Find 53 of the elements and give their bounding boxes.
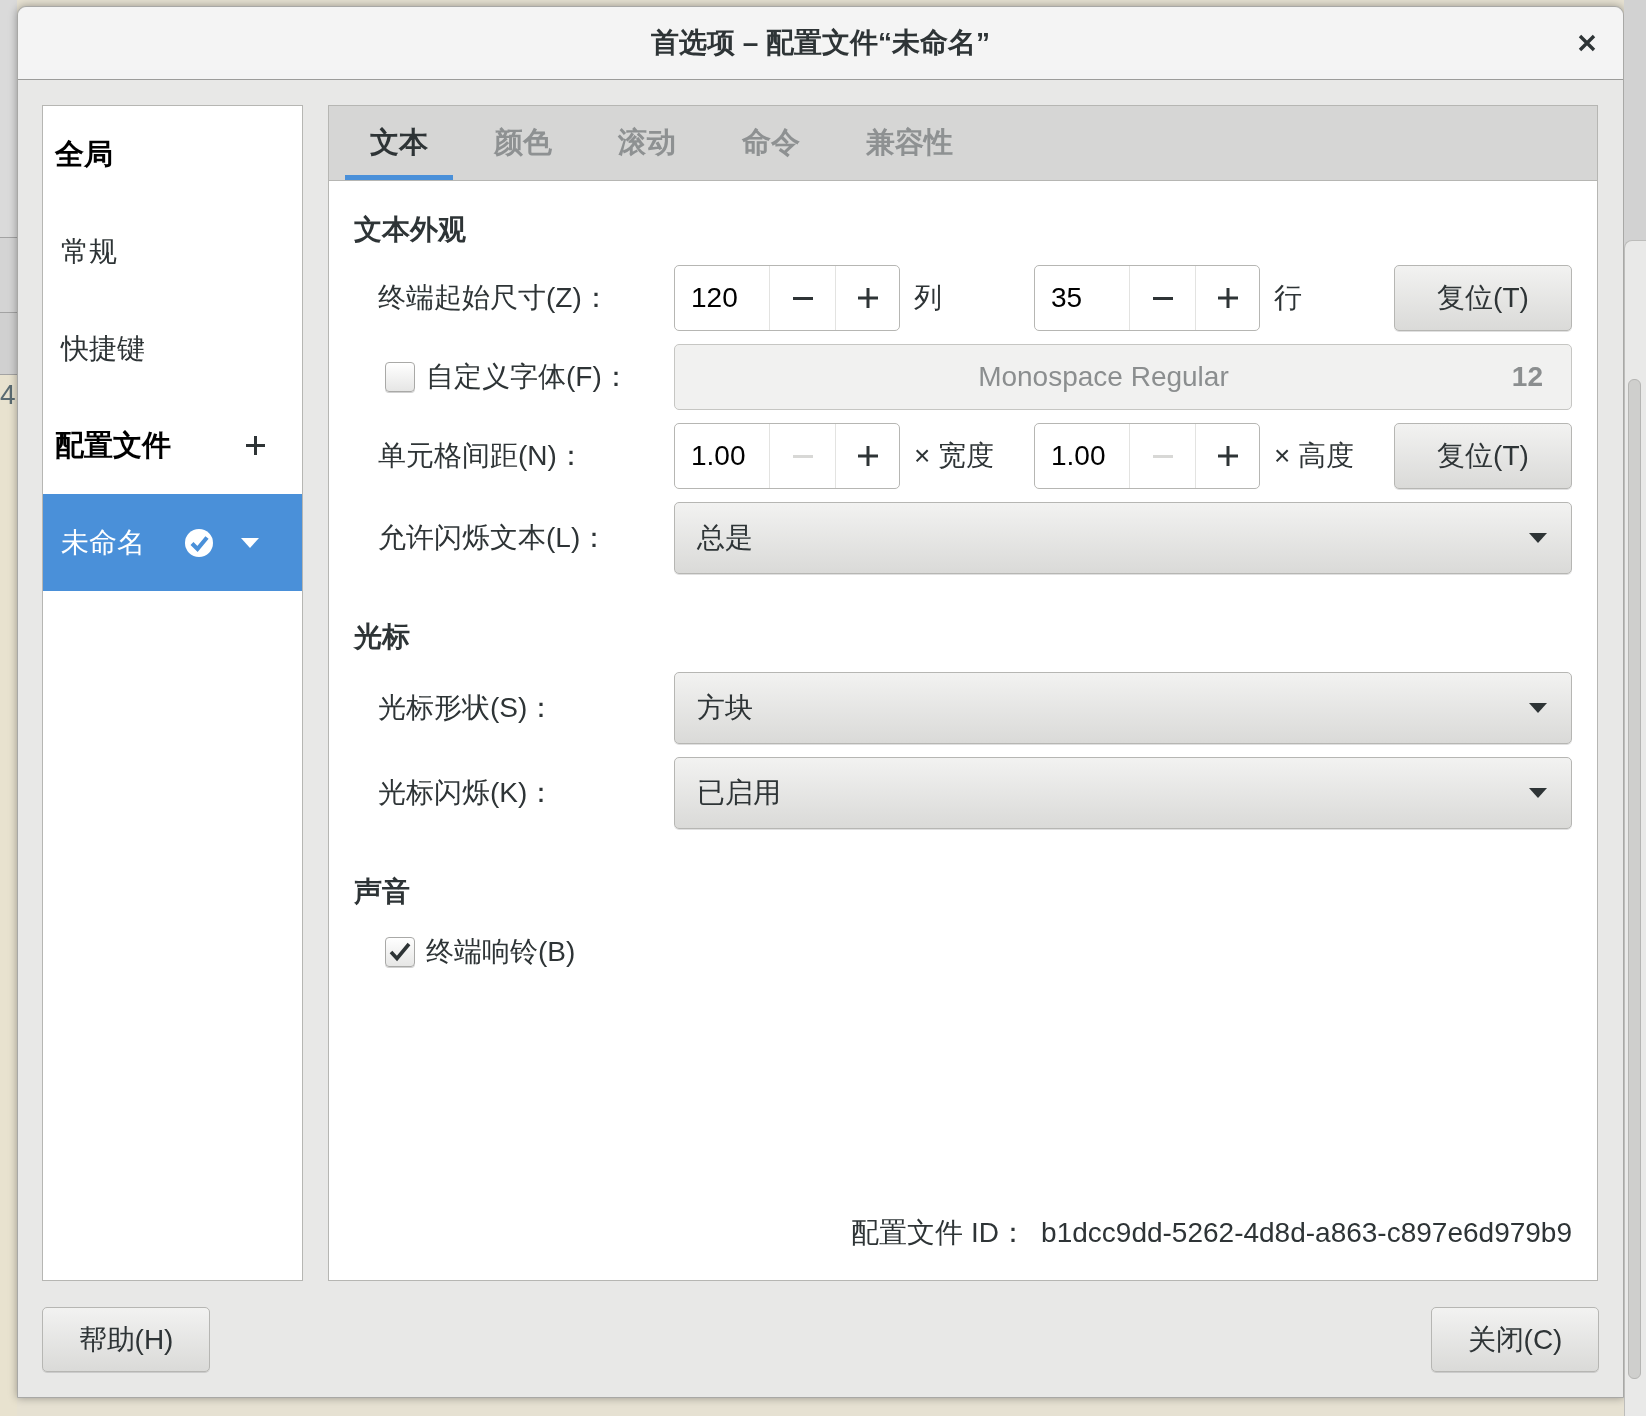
window-title: 首选项 – 配置文件“未命名”: [650, 26, 991, 60]
sidebar-heading: 配置文件: [55, 427, 171, 463]
spin-box[interactable]: 35: [1034, 265, 1260, 331]
check-icon: [389, 942, 411, 962]
field-label: 光标闪烁(K)：: [378, 777, 556, 808]
checkbox-label: 终端响铃(B): [426, 935, 576, 969]
dropdown[interactable]: 总是: [674, 502, 1572, 574]
caret-icon: [1529, 533, 1547, 543]
font-size: 12: [1510, 360, 1544, 394]
close-dialog-button[interactable]: 关闭(C): [1431, 1307, 1599, 1372]
font-name: Monospace Regular: [977, 360, 1230, 394]
plus-icon: [246, 436, 265, 455]
field-label: 允许闪烁文本(L)：: [378, 522, 609, 553]
plus-icon: [1217, 288, 1238, 308]
unit-label: × 宽度: [914, 439, 995, 473]
plus-icon: [857, 446, 878, 466]
field-label: 终端起始尺寸(Z)：: [378, 282, 610, 313]
sidebar-heading: 全局: [55, 136, 113, 172]
spin-box[interactable]: 1.00: [674, 423, 900, 489]
help-button[interactable]: 帮助(H): [42, 1307, 210, 1372]
reset-button[interactable]: 复位(T): [1394, 423, 1572, 489]
number-field[interactable]: 1.00: [675, 424, 769, 488]
plus-icon: [1217, 446, 1238, 466]
profile-id-label: 配置文件 ID：: [851, 1216, 1028, 1250]
unit-label: 行: [1274, 281, 1302, 315]
number-field[interactable]: 120: [675, 266, 769, 330]
caret-icon: [1529, 788, 1547, 798]
field-label: 单元格间距(N)：: [378, 440, 585, 471]
spin-box[interactable]: 1.00: [1034, 423, 1260, 489]
tab[interactable]: 文本: [345, 106, 453, 180]
caret-icon: [1529, 703, 1547, 713]
profile-name: 未命名: [61, 525, 145, 560]
add-button[interactable]: [246, 436, 265, 455]
section-title: 文本外观: [354, 213, 466, 247]
number-field[interactable]: 35: [1035, 266, 1129, 330]
profile-id-value: b1dcc9dd-5262-4d8d-a863-c897e6d979b9: [1041, 1216, 1572, 1250]
field-label: 光标形状(S)：: [378, 692, 556, 723]
section-title: 声音: [354, 875, 410, 909]
dropdown[interactable]: 已启用: [674, 757, 1572, 829]
caret-icon: [241, 537, 259, 548]
unit-label: 列: [914, 281, 942, 315]
close-icon: [1578, 34, 1596, 52]
field-label: 自定义字体(F)：: [426, 360, 630, 394]
checkbox[interactable]: [385, 937, 415, 967]
number-field[interactable]: 1.00: [1035, 424, 1129, 488]
spin-box[interactable]: 120: [674, 265, 900, 331]
reset-button[interactable]: 复位(T): [1394, 265, 1572, 331]
section-title: 光标: [354, 620, 410, 654]
menu-button[interactable]: [241, 537, 259, 548]
unit-label: × 高度: [1274, 439, 1355, 473]
plus-icon: [857, 288, 878, 308]
background-text: 4: [0, 379, 17, 411]
dropdown[interactable]: 方块: [674, 672, 1572, 744]
